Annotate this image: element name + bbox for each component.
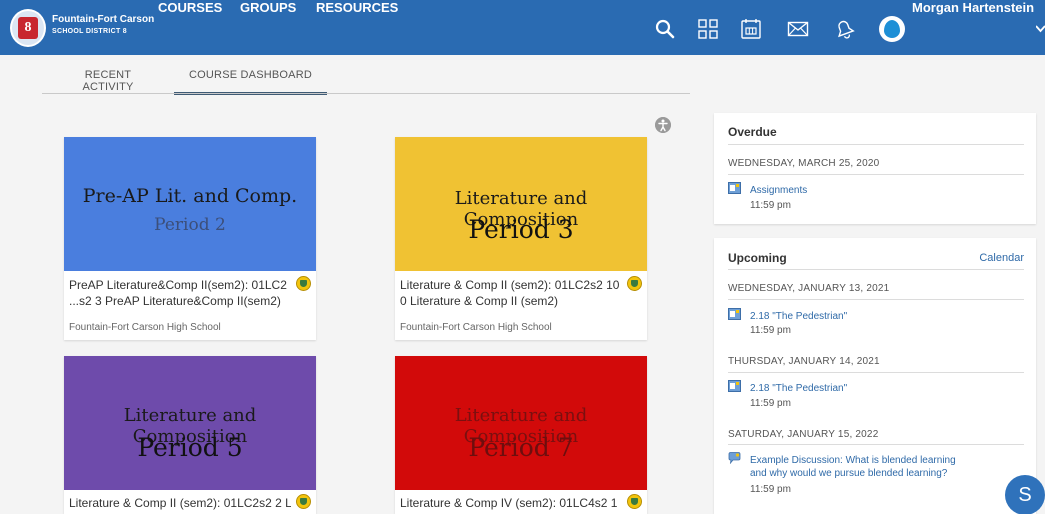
divider bbox=[728, 269, 1024, 270]
course-school: Fountain-Fort Carson High School bbox=[69, 322, 221, 333]
grid-icon[interactable] bbox=[697, 18, 719, 40]
avatar-image bbox=[884, 20, 900, 38]
overdue-panel: Overdue WEDNESDAY, MARCH 25, 2020 Assign… bbox=[714, 113, 1036, 224]
district-name[interactable]: Fountain-Fort Carson SCHOOL DISTRICT 8 bbox=[52, 14, 154, 35]
course-title-line1: PreAP Literature&Comp II(sem2): 01LC2 bbox=[69, 278, 287, 292]
mail-icon[interactable] bbox=[787, 18, 809, 40]
support-chat-button[interactable]: S bbox=[1005, 475, 1045, 514]
course-banner-period: Period 7 bbox=[468, 433, 574, 462]
notifications-icon[interactable] bbox=[833, 18, 855, 40]
upcoming-heading: Upcoming bbox=[728, 251, 787, 265]
verified-badge-icon bbox=[296, 494, 311, 509]
course-title[interactable]: Literature & Comp IV (sem2): 01LC4s2 1 bbox=[400, 495, 622, 511]
course-title-line2: 0 Literature & Comp II (sem2) bbox=[400, 294, 559, 308]
assignment-icon bbox=[728, 182, 741, 194]
course-banner-period: Period 5 bbox=[137, 433, 243, 462]
user-name[interactable]: Morgan Hartenstein bbox=[912, 0, 1034, 55]
course-banner[interactable]: Literature and Composition Period 5 bbox=[64, 356, 316, 490]
course-card[interactable]: Pre-AP Lit. and Comp. Period 2 PreAP Lit… bbox=[64, 137, 316, 340]
upcoming-item-time: 11:59 pm bbox=[750, 325, 791, 336]
verified-badge-icon bbox=[627, 276, 642, 291]
upcoming-item-link[interactable]: Example Discussion: What is blended lear… bbox=[750, 454, 956, 480]
course-title-line2: ...s2 3 PreAP Literature&Comp II(sem2) bbox=[69, 294, 281, 308]
calendar-link[interactable]: Calendar bbox=[979, 252, 1024, 264]
chevron-down-icon[interactable] bbox=[1036, 24, 1045, 33]
course-banner[interactable]: Literature and Composition Period 3 bbox=[395, 137, 647, 271]
divider bbox=[728, 372, 1024, 373]
divider bbox=[728, 444, 1024, 445]
course-banner[interactable]: Literature and Composition Period 7 bbox=[395, 356, 647, 490]
divider bbox=[728, 174, 1024, 175]
course-banner-period: Period 3 bbox=[468, 215, 574, 244]
upcoming-item-time: 11:59 pm bbox=[750, 484, 791, 495]
course-title[interactable]: Literature & Comp II (sem2): 01LC2s2 2 L bbox=[69, 495, 291, 511]
district-name-line2: SCHOOL DISTRICT 8 bbox=[52, 28, 127, 35]
nav-courses[interactable]: COURSES bbox=[158, 0, 222, 55]
course-card[interactable]: Literature and Composition Period 5 Lite… bbox=[64, 356, 316, 514]
upcoming-panel: Upcoming Calendar WEDNESDAY, JANUARY 13,… bbox=[714, 238, 1036, 514]
course-banner-period: Period 2 bbox=[154, 215, 226, 235]
overdue-item-link[interactable]: Assignments bbox=[750, 184, 807, 197]
course-card[interactable]: Literature and Composition Period 7 Lite… bbox=[395, 356, 647, 514]
assignment-icon bbox=[728, 380, 741, 392]
course-card[interactable]: Literature and Composition Period 3 Lite… bbox=[395, 137, 647, 340]
search-icon[interactable] bbox=[654, 18, 676, 40]
verified-badge-icon bbox=[296, 276, 311, 291]
course-school: Fountain-Fort Carson High School bbox=[400, 322, 552, 333]
district-logo-mark: 8 bbox=[18, 17, 38, 39]
upcoming-item-link[interactable]: 2.18 "The Pedestrian" bbox=[750, 310, 847, 323]
upcoming-item-time: 11:59 pm bbox=[750, 398, 791, 409]
tab-recent-activity[interactable]: RECENT ACTIVITY bbox=[62, 69, 154, 93]
course-title-line1: Literature & Comp II (sem2): 01LC2s2 2 L bbox=[69, 496, 291, 510]
upcoming-date: WEDNESDAY, JANUARY 13, 2021 bbox=[728, 283, 890, 294]
overdue-heading: Overdue bbox=[728, 125, 777, 139]
overdue-date: WEDNESDAY, MARCH 25, 2020 bbox=[728, 158, 880, 169]
discussion-icon bbox=[728, 452, 741, 464]
divider bbox=[728, 144, 1024, 145]
verified-badge-icon bbox=[627, 494, 642, 509]
course-title[interactable]: Literature & Comp II (sem2): 01LC2s2 10 … bbox=[400, 277, 622, 309]
district-logo[interactable]: 8 bbox=[10, 9, 46, 47]
course-title-line1: Literature & Comp II (sem2): 01LC2s2 10 bbox=[400, 278, 620, 292]
accessibility-icon[interactable] bbox=[655, 117, 671, 133]
district-name-line1: Fountain-Fort Carson bbox=[52, 14, 155, 25]
top-navigation-bar: 8 Fountain-Fort Carson SCHOOL DISTRICT 8… bbox=[0, 0, 1045, 55]
divider bbox=[728, 299, 1024, 300]
avatar[interactable] bbox=[879, 16, 905, 42]
nav-resources[interactable]: RESOURCES bbox=[316, 0, 398, 55]
tabs-divider bbox=[42, 93, 690, 94]
course-banner[interactable]: Pre-AP Lit. and Comp. Period 2 bbox=[64, 137, 316, 271]
course-title[interactable]: PreAP Literature&Comp II(sem2): 01LC2 ..… bbox=[69, 277, 291, 309]
upcoming-date: THURSDAY, JANUARY 14, 2021 bbox=[728, 356, 880, 367]
upcoming-item-link-line2: and why would we pursue blended learning… bbox=[750, 468, 948, 479]
course-title-line1: Literature & Comp IV (sem2): 01LC4s2 1 bbox=[400, 496, 618, 510]
upcoming-date: SATURDAY, JANUARY 15, 2022 bbox=[728, 429, 879, 440]
calendar-icon[interactable] bbox=[740, 18, 762, 40]
course-banner-title: Pre-AP Lit. and Comp. bbox=[82, 185, 298, 207]
assignment-icon bbox=[728, 308, 741, 320]
nav-groups[interactable]: GROUPS bbox=[240, 0, 296, 55]
upcoming-item-link-line1: Example Discussion: What is blended lear… bbox=[750, 455, 956, 466]
upcoming-item-link[interactable]: 2.18 "The Pedestrian" bbox=[750, 382, 847, 395]
overdue-item-time: 11:59 pm bbox=[750, 200, 791, 211]
tab-course-dashboard[interactable]: COURSE DASHBOARD bbox=[174, 69, 327, 95]
